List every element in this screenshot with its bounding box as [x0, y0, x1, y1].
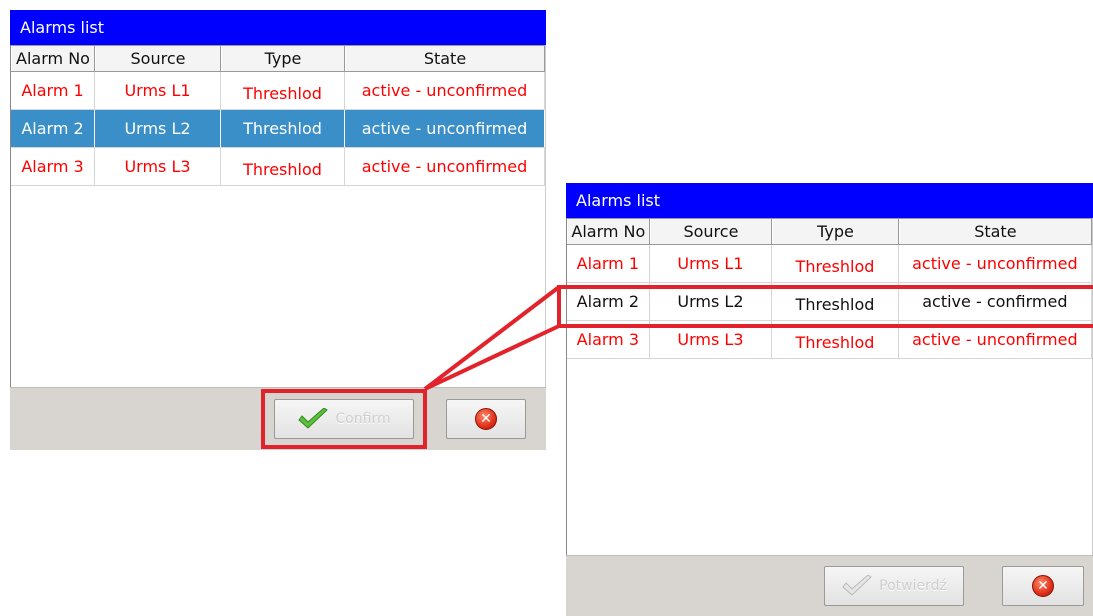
column-header-type[interactable]: Type	[221, 46, 345, 71]
table-row[interactable]: Alarm 3 Urms L3 Threshlod active - uncon…	[567, 321, 1092, 359]
close-icon: ✕	[1032, 575, 1054, 597]
column-header-source[interactable]: Source	[649, 219, 773, 244]
right-alarms-window: Alarms list Alarm No Source Type State A…	[566, 183, 1093, 616]
source-cell: Urms L1	[95, 72, 221, 109]
alarm-no-cell: Alarm 1	[567, 245, 650, 282]
column-header-source[interactable]: Source	[95, 46, 221, 71]
type-cell: Threshlod	[772, 245, 899, 282]
alarm-no-cell: Alarm 3	[567, 321, 650, 358]
table-row[interactable]: Alarm 1 Urms L1 Threshlod active - uncon…	[567, 245, 1092, 283]
column-header-type[interactable]: Type	[772, 219, 899, 244]
table-header: Alarm No Source Type State	[567, 218, 1092, 245]
type-cell: Threshlod	[221, 110, 345, 147]
confirm-button[interactable]: Potwierdź	[824, 566, 964, 606]
state-cell: active - unconfirmed	[899, 321, 1092, 358]
alarm-no-cell: Alarm 2	[11, 110, 95, 147]
table-row-confirmed[interactable]: Alarm 2 Urms L2 Threshlod active - confi…	[567, 283, 1092, 321]
window-title: Alarms list	[566, 183, 1093, 218]
close-button[interactable]: ✕	[1002, 566, 1084, 606]
state-cell: active - unconfirmed	[345, 72, 545, 109]
alarm-no-cell: Alarm 3	[11, 148, 95, 185]
confirm-label: Potwierdź	[879, 578, 947, 594]
source-cell: Urms L1	[650, 245, 773, 282]
source-cell: Urms L3	[650, 321, 773, 358]
source-cell: Urms L2	[95, 110, 221, 147]
close-button[interactable]: ✕	[446, 399, 526, 439]
type-cell: Threshlod	[772, 283, 899, 320]
left-alarms-window: Alarms list Alarm No Source Type State A…	[10, 10, 546, 450]
type-cell: Threshlod	[221, 148, 345, 185]
state-cell: active - unconfirmed	[345, 110, 545, 147]
checkmark-icon	[298, 408, 329, 429]
confirm-button[interactable]: Confirm	[274, 399, 414, 439]
table-row[interactable]: Alarm 1 Urms L1 Threshlod active - uncon…	[11, 72, 545, 110]
table-row-selected[interactable]: Alarm 2 Urms L2 Threshlod active - uncon…	[11, 110, 545, 148]
state-cell: active - confirmed	[899, 283, 1092, 320]
type-cell: Threshlod	[772, 321, 899, 358]
source-cell: Urms L2	[650, 283, 773, 320]
close-icon: ✕	[475, 408, 497, 430]
state-cell: active - unconfirmed	[345, 148, 545, 185]
button-bar: Confirm ✕	[10, 387, 546, 450]
window-title: Alarms list	[10, 10, 546, 45]
checkmark-icon	[842, 575, 872, 596]
confirm-label: Confirm	[335, 411, 391, 427]
table-row[interactable]: Alarm 3 Urms L3 Threshlod active - uncon…	[11, 148, 545, 186]
type-cell: Threshlod	[221, 72, 345, 109]
alarms-table: Alarm No Source Type State Alarm 1 Urms …	[10, 45, 546, 388]
state-cell: active - unconfirmed	[899, 245, 1092, 282]
column-header-state[interactable]: State	[345, 46, 545, 71]
alarms-table: Alarm No Source Type State Alarm 1 Urms …	[566, 218, 1093, 556]
button-bar: Potwierdź ✕	[566, 555, 1093, 616]
table-header: Alarm No Source Type State	[11, 45, 545, 72]
source-cell: Urms L3	[95, 148, 221, 185]
column-header-alarm-no[interactable]: Alarm No	[11, 46, 95, 71]
alarm-no-cell: Alarm 1	[11, 72, 95, 109]
column-header-alarm-no[interactable]: Alarm No	[567, 219, 650, 244]
column-header-state[interactable]: State	[898, 219, 1092, 244]
alarm-no-cell: Alarm 2	[567, 283, 650, 320]
